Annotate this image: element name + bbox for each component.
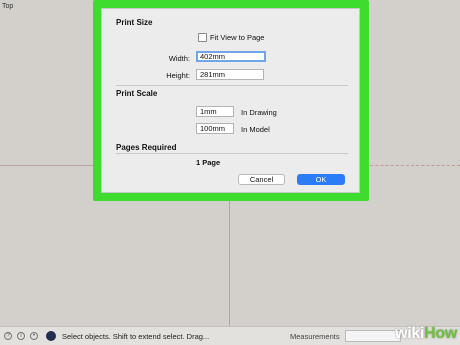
instructor-icon[interactable] (46, 331, 56, 341)
separator (116, 153, 348, 154)
status-bar: ? i • Select objects. Shift to extend se… (0, 326, 460, 345)
fit-view-label: Fit View to Page (210, 33, 265, 42)
model-scale-input[interactable]: 100mm (196, 123, 234, 134)
width-input[interactable]: 402mm (196, 51, 266, 62)
width-label: Width: (168, 54, 190, 63)
pages-required-title: Pages Required (116, 143, 177, 152)
separator (116, 85, 348, 86)
info-icon[interactable]: i (17, 332, 25, 340)
wikihow-watermark: wikiHow (395, 325, 457, 343)
height-label: Height: (166, 71, 190, 80)
pages-required-value: 1 Page (196, 158, 221, 167)
print-scale-title: Print Scale (116, 89, 158, 98)
georeference-icon[interactable]: ? (4, 332, 12, 340)
watermark-wiki: wiki (395, 325, 425, 342)
measurements-label: Measurements (290, 332, 340, 341)
print-size-dialog: Print Size Fit View to Page Width: 402mm… (101, 8, 360, 193)
fit-view-row[interactable]: Fit View to Page (198, 33, 264, 42)
drawing-scale-label: In Drawing (241, 108, 277, 117)
watermark-how: How (424, 325, 457, 342)
model-scale-label: In Model (241, 125, 270, 134)
measurements-input[interactable] (345, 330, 401, 342)
status-message: Select objects. Shift to extend select. … (62, 332, 210, 341)
green-axis (229, 200, 230, 326)
fit-view-checkbox[interactable] (198, 33, 207, 42)
cancel-button[interactable]: Cancel (238, 174, 285, 185)
height-input[interactable]: 281mm (196, 69, 264, 80)
view-label: Top (2, 3, 14, 10)
ok-button[interactable]: OK (297, 174, 345, 185)
drawing-scale-input[interactable]: 1mm (196, 106, 234, 117)
print-size-title: Print Size (116, 18, 153, 27)
user-icon[interactable]: • (30, 332, 38, 340)
